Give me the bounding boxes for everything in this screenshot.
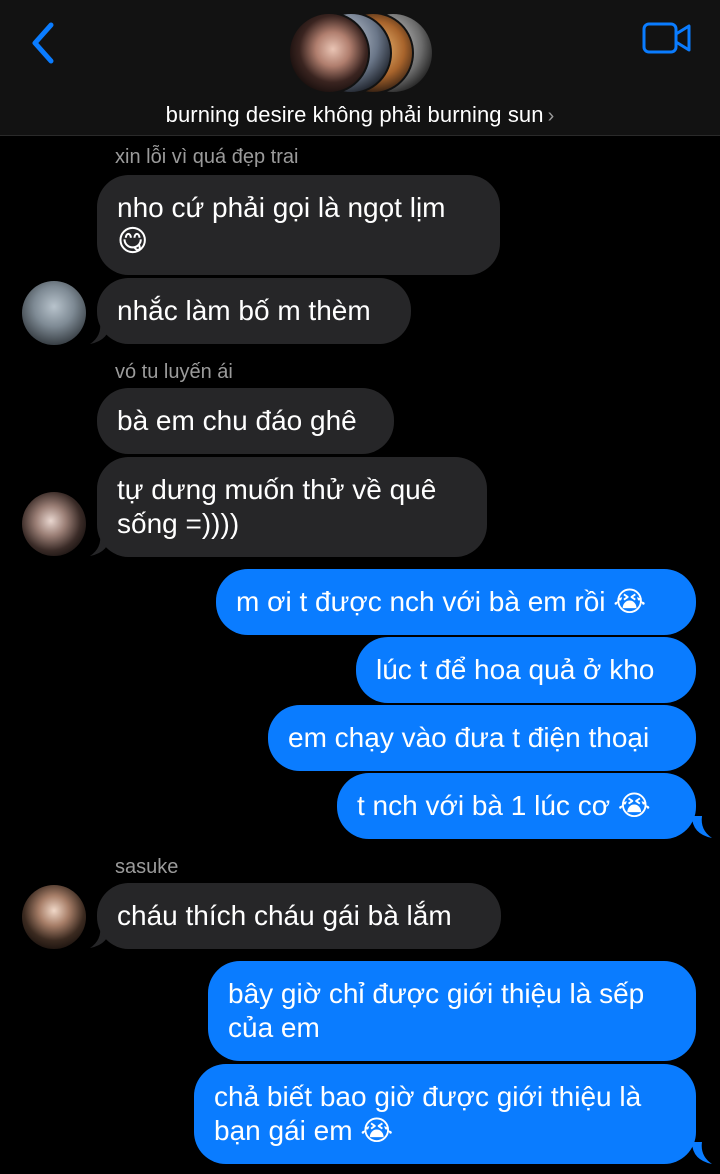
message-bubble-outgoing[interactable]: chả biết bao giờ được giới thiệu là bạn … (194, 1064, 696, 1164)
message-bubble-incoming[interactable]: nhắc làm bố m thèm (97, 278, 411, 344)
message-bubble-incoming[interactable]: cháu thích cháu gái bà lắm (97, 883, 501, 949)
sender-name: vó tu luyến ái (115, 361, 233, 383)
back-button[interactable] (22, 18, 62, 68)
video-camera-icon (642, 22, 691, 54)
message-text: bạn gái em 😭 (214, 1115, 394, 1146)
sender-name: xin lỗi vì quá đẹp trai (115, 146, 299, 168)
message-text: bà em chu đáo ghê (117, 405, 357, 436)
chevron-left-icon (32, 22, 54, 64)
message-bubble-outgoing[interactable]: bây giờ chỉ được giới thiệu là sếp của e… (208, 961, 696, 1061)
message-text: m ơi t được nch với bà em rồi 😭 (236, 586, 646, 617)
conversation-title[interactable]: burning desire không phải burning sun › (0, 102, 720, 128)
message-bubble-outgoing[interactable]: m ơi t được nch với bà em rồi 😭 (216, 569, 696, 635)
message-text: lúc t để hoa quả ở kho (376, 654, 655, 685)
chat-header: burning desire không phải burning sun › (0, 0, 720, 136)
message-bubble-outgoing[interactable]: em chạy vào đưa t điện thoại (268, 705, 696, 771)
message-text: của em (228, 1012, 320, 1043)
message-text: bây giờ chỉ được giới thiệu là sếp (228, 978, 645, 1009)
message-bubble-incoming[interactable]: bà em chu đáo ghê (97, 388, 394, 454)
message-bubble-outgoing[interactable]: lúc t để hoa quả ở kho (356, 637, 696, 703)
bubble-tail (692, 816, 712, 838)
message-text: nho cứ phải gọi là ngọt lịm (117, 192, 446, 223)
group-avatar-stack[interactable] (288, 12, 434, 94)
chevron-right-icon: › (547, 105, 555, 127)
message-emoji: 😋 (117, 225, 149, 258)
bubble-tail (692, 1142, 712, 1164)
message-text: em chạy vào đưa t điện thoại (288, 722, 650, 753)
page-title: burning desire không phải burning sun (165, 102, 544, 127)
message-text: chả biết bao giờ được giới thiệu là (214, 1081, 642, 1112)
sender-name: sasuke (115, 856, 179, 878)
message-text: sống =)))) (117, 508, 240, 539)
avatar[interactable] (22, 492, 86, 556)
message-text: tự dưng muốn thử về quê (117, 474, 437, 505)
message-text: nhắc làm bố m thèm (117, 295, 371, 326)
avatar (288, 12, 370, 94)
message-bubble-incoming[interactable]: nho cứ phải gọi là ngọt lịm 😋 (97, 175, 500, 275)
message-bubble-outgoing[interactable]: t nch với bà 1 lúc cơ 😭 (337, 773, 696, 839)
message-text: cháu thích cháu gái bà lắm (117, 900, 452, 931)
avatar[interactable] (22, 885, 86, 949)
message-bubble-incoming[interactable]: tự dưng muốn thử về quê sống =)))) (97, 457, 487, 557)
avatar[interactable] (22, 281, 86, 345)
message-text: t nch với bà 1 lúc cơ 😭 (357, 790, 651, 821)
video-call-button[interactable] (640, 18, 694, 58)
